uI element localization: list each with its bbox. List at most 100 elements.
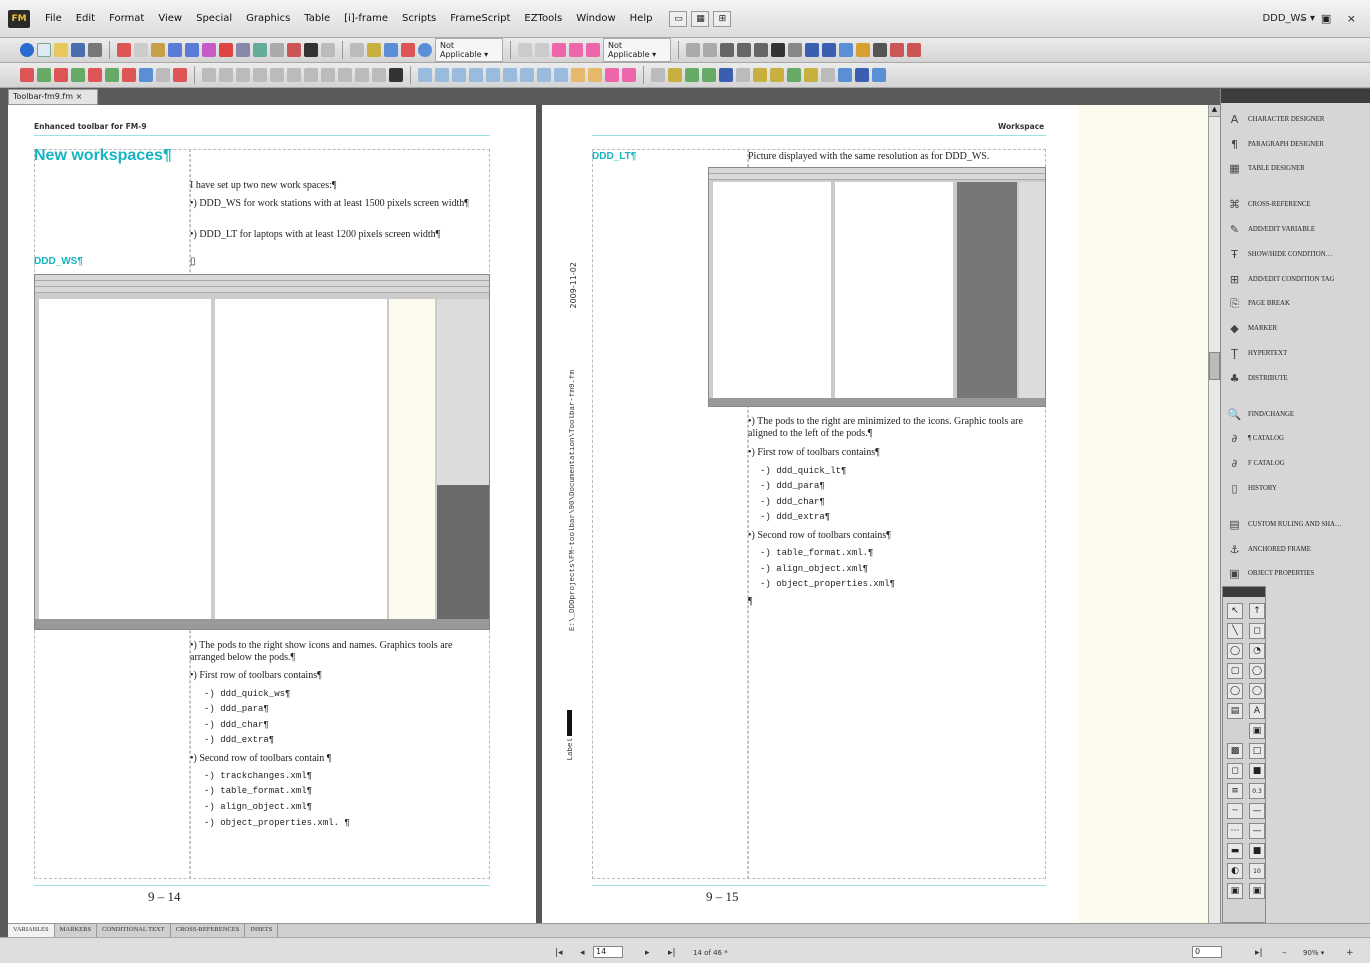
down-icon[interactable] xyxy=(822,43,836,57)
vertical-scrollbar[interactable]: ▲ xyxy=(1208,105,1220,923)
frame-tool-icon[interactable]: ▤ xyxy=(1227,703,1243,719)
navigation-icon[interactable]: ▸| xyxy=(1255,948,1263,958)
list-icon[interactable] xyxy=(384,43,398,57)
zoom-select[interactable]: 90% ▾ xyxy=(1303,949,1324,957)
zoom-in-icon[interactable]: + xyxy=(1346,948,1354,958)
menu-edit[interactable]: Edit xyxy=(69,13,102,24)
obj-snap-icon[interactable] xyxy=(821,68,835,82)
view-options-icon[interactable]: ▦ xyxy=(691,10,710,27)
menu-special[interactable]: Special xyxy=(189,13,239,24)
pod-anchored-frame[interactable]: ⚓ ANCHORED FRAME xyxy=(1221,537,1370,562)
doc-icon[interactable] xyxy=(156,68,170,82)
paste-icon[interactable] xyxy=(151,43,165,57)
undo-icon[interactable] xyxy=(168,43,182,57)
align-obj-right-icon[interactable] xyxy=(452,68,466,82)
accept-icon[interactable] xyxy=(37,68,51,82)
table-foot-icon[interactable] xyxy=(372,68,386,82)
table-cell-icon[interactable] xyxy=(338,68,352,82)
table-split-icon[interactable] xyxy=(270,68,284,82)
overprint-icon[interactable]: ◐ xyxy=(1227,863,1243,879)
table-rule-icon[interactable] xyxy=(321,68,335,82)
menu-graphics[interactable]: Graphics xyxy=(239,13,297,24)
lock-icon[interactable] xyxy=(856,43,870,57)
smart-select-icon[interactable]: ↖ xyxy=(1227,603,1243,619)
obj-unsmooth-icon[interactable] xyxy=(770,68,784,82)
anchor-icon[interactable] xyxy=(771,43,785,57)
pod-cross-reference[interactable]: ⌘ CROSS-REFERENCE xyxy=(1221,192,1370,217)
table-format-icon[interactable] xyxy=(389,68,403,82)
fill-pattern-icon[interactable]: ▩ xyxy=(1227,743,1243,759)
menu-eztools[interactable]: EZTools xyxy=(517,13,569,24)
prev-page-icon[interactable]: ◂ xyxy=(580,948,585,958)
rounded-rect-tool-icon[interactable]: ◯ xyxy=(1227,683,1243,699)
save-icon[interactable] xyxy=(71,43,85,57)
paragraph-tag-select[interactable]: Not Applicable ▾ xyxy=(435,38,503,62)
front-icon[interactable] xyxy=(588,68,602,82)
reject-all-icon[interactable] xyxy=(88,68,102,82)
table-merge-icon[interactable] xyxy=(253,68,267,82)
polyline-tool-icon[interactable]: ◻ xyxy=(1249,623,1265,639)
align-right-icon[interactable] xyxy=(754,43,768,57)
preview-icon[interactable] xyxy=(139,68,153,82)
sum-icon[interactable] xyxy=(873,43,887,57)
text-line-tool-icon[interactable]: A xyxy=(1249,703,1265,719)
grid-icon[interactable] xyxy=(890,43,904,57)
distribute-v-icon[interactable] xyxy=(537,68,551,82)
menu-scripts[interactable]: Scripts xyxy=(395,13,443,24)
globe-icon[interactable] xyxy=(418,43,432,57)
menu-framescript[interactable]: FrameScript xyxy=(443,13,517,24)
help-icon[interactable] xyxy=(20,43,34,57)
ab2-icon[interactable] xyxy=(569,43,583,57)
grid2-icon[interactable] xyxy=(907,43,921,57)
align-obj-top-icon[interactable] xyxy=(469,68,483,82)
pod-object-properties[interactable]: ▣ OBJECT PROPERTIES xyxy=(1221,562,1370,587)
char2-icon[interactable] xyxy=(535,43,549,57)
graphic-frame-tool-icon[interactable]: ▣ xyxy=(1249,723,1265,739)
pen-pattern-icon[interactable]: ◻ xyxy=(1227,763,1243,779)
paint-icon[interactable] xyxy=(253,43,267,57)
obj-pen-icon[interactable] xyxy=(702,68,716,82)
last-page-icon[interactable]: ▸| xyxy=(668,948,676,958)
obj-runaround-icon[interactable] xyxy=(872,68,886,82)
tab-insets[interactable]: INSETS xyxy=(245,924,279,937)
format-icon[interactable] xyxy=(202,43,216,57)
ungroup-icon[interactable] xyxy=(571,68,585,82)
align-obj-left-icon[interactable] xyxy=(418,68,432,82)
freehand-tool-icon[interactable]: ◯ xyxy=(1227,643,1243,659)
obj-join-icon[interactable] xyxy=(787,68,801,82)
first-page-icon[interactable]: |◂ xyxy=(555,948,563,958)
new-icon[interactable] xyxy=(37,43,51,57)
indent-icon[interactable] xyxy=(686,43,700,57)
zoom-out-icon[interactable]: – xyxy=(1282,948,1287,958)
pod-history[interactable]: ▯ HISTORY xyxy=(1221,476,1370,501)
char-icon[interactable] xyxy=(518,43,532,57)
align-center-icon[interactable] xyxy=(737,43,751,57)
back-icon[interactable] xyxy=(605,68,619,82)
scroll-thumb[interactable] xyxy=(1209,352,1220,380)
pod-find-change[interactable]: 🔍 FIND/CHANGE xyxy=(1221,402,1370,427)
page-number-field[interactable]: 14 xyxy=(593,946,623,958)
arrange-icon[interactable]: ⊞ xyxy=(713,10,732,27)
pod-marker[interactable]: ◆ MARKER xyxy=(1221,316,1370,341)
tab-cross-references[interactable]: CROSS-REFERENCES xyxy=(171,924,246,937)
pod-character-designer[interactable]: A CHARACTER DESIGNER xyxy=(1221,107,1370,132)
cut-icon[interactable] xyxy=(117,43,131,57)
table-insert-icon[interactable] xyxy=(202,68,216,82)
line-width-icon[interactable]: ≡ xyxy=(1227,783,1243,799)
pod-custom-ruling[interactable]: ▤ CUSTOM RULING AND SHA… xyxy=(1221,512,1370,537)
table-head-icon[interactable] xyxy=(355,68,369,82)
pod-paragraph-catalog[interactable]: ∂ ¶ CATALOG xyxy=(1221,427,1370,452)
ab-icon[interactable] xyxy=(552,43,566,57)
line-tool-icon[interactable]: ╲ xyxy=(1227,623,1243,639)
menu-window[interactable]: Window xyxy=(569,13,622,24)
menu-help[interactable]: Help xyxy=(623,13,660,24)
rotate-icon[interactable] xyxy=(839,43,853,57)
pod-add-edit-variable[interactable]: ✎ ADD/EDIT VARIABLE xyxy=(1221,217,1370,242)
arc-tool-icon[interactable]: ◔ xyxy=(1249,643,1265,659)
character-tag-select[interactable]: Not Applicable ▾ xyxy=(603,38,671,62)
spell-icon[interactable] xyxy=(236,43,250,57)
pod-table-designer[interactable]: ▦ TABLE DESIGNER xyxy=(1221,157,1370,182)
obj-select-icon[interactable] xyxy=(855,68,869,82)
obj-gravity-icon[interactable] xyxy=(804,68,818,82)
track-icon[interactable] xyxy=(20,68,34,82)
